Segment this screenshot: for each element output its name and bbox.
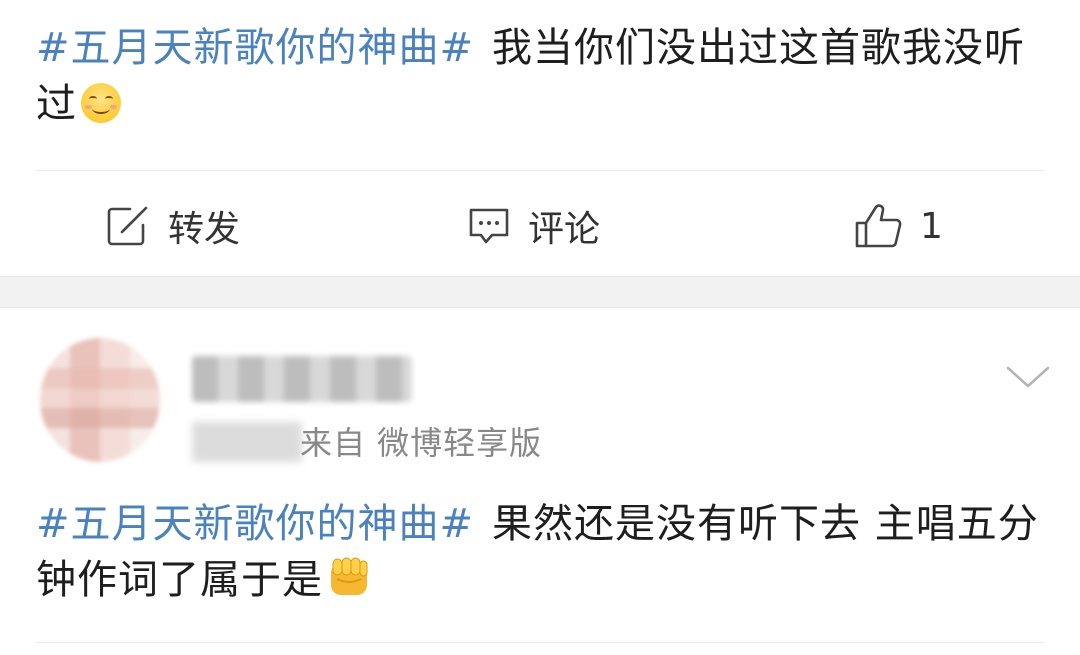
post1-content: #五月天新歌你的神曲# 我当你们没出过这首歌我没听过 (36, 20, 1046, 132)
repost-button[interactable]: 转发 (106, 202, 240, 250)
repost-label: 转发 (168, 209, 241, 250)
feed-separator (0, 276, 1080, 308)
comment-button[interactable]: 评论 (466, 202, 600, 250)
timestamp-blurred (192, 422, 302, 462)
comment-label: 评论 (528, 209, 601, 250)
post2-hashtag-link[interactable]: #五月天新歌你的神曲# (36, 501, 474, 547)
smile-emoji-icon (81, 83, 121, 123)
post2-content: #五月天新歌你的神曲# 果然还是没有听下去 主唱五分钟作词了属于是 (36, 496, 1046, 608)
post1-hashtag-link[interactable]: #五月天新歌你的神曲# (36, 25, 474, 71)
comment-bubble-icon (469, 208, 509, 244)
post-source: 来自 微博轻享版 (300, 424, 543, 462)
post1-divider (36, 170, 1044, 171)
chevron-down-icon[interactable] (1004, 362, 1052, 392)
thumbs-up-icon (855, 204, 902, 248)
like-button[interactable]: 1 (854, 202, 943, 250)
avatar[interactable] (40, 338, 160, 462)
post2-divider (36, 642, 1044, 643)
like-count: 1 (920, 205, 943, 247)
post1-action-bar: 转发 评论 1 (0, 180, 1080, 270)
edit-box-icon (107, 206, 148, 246)
weibo-feed: #五月天新歌你的神曲# 我当你们没出过这首歌我没听过 转发 评论 1 来自 微博… (0, 0, 1080, 655)
username-blurred[interactable] (192, 356, 412, 402)
fist-emoji-icon (331, 557, 368, 595)
